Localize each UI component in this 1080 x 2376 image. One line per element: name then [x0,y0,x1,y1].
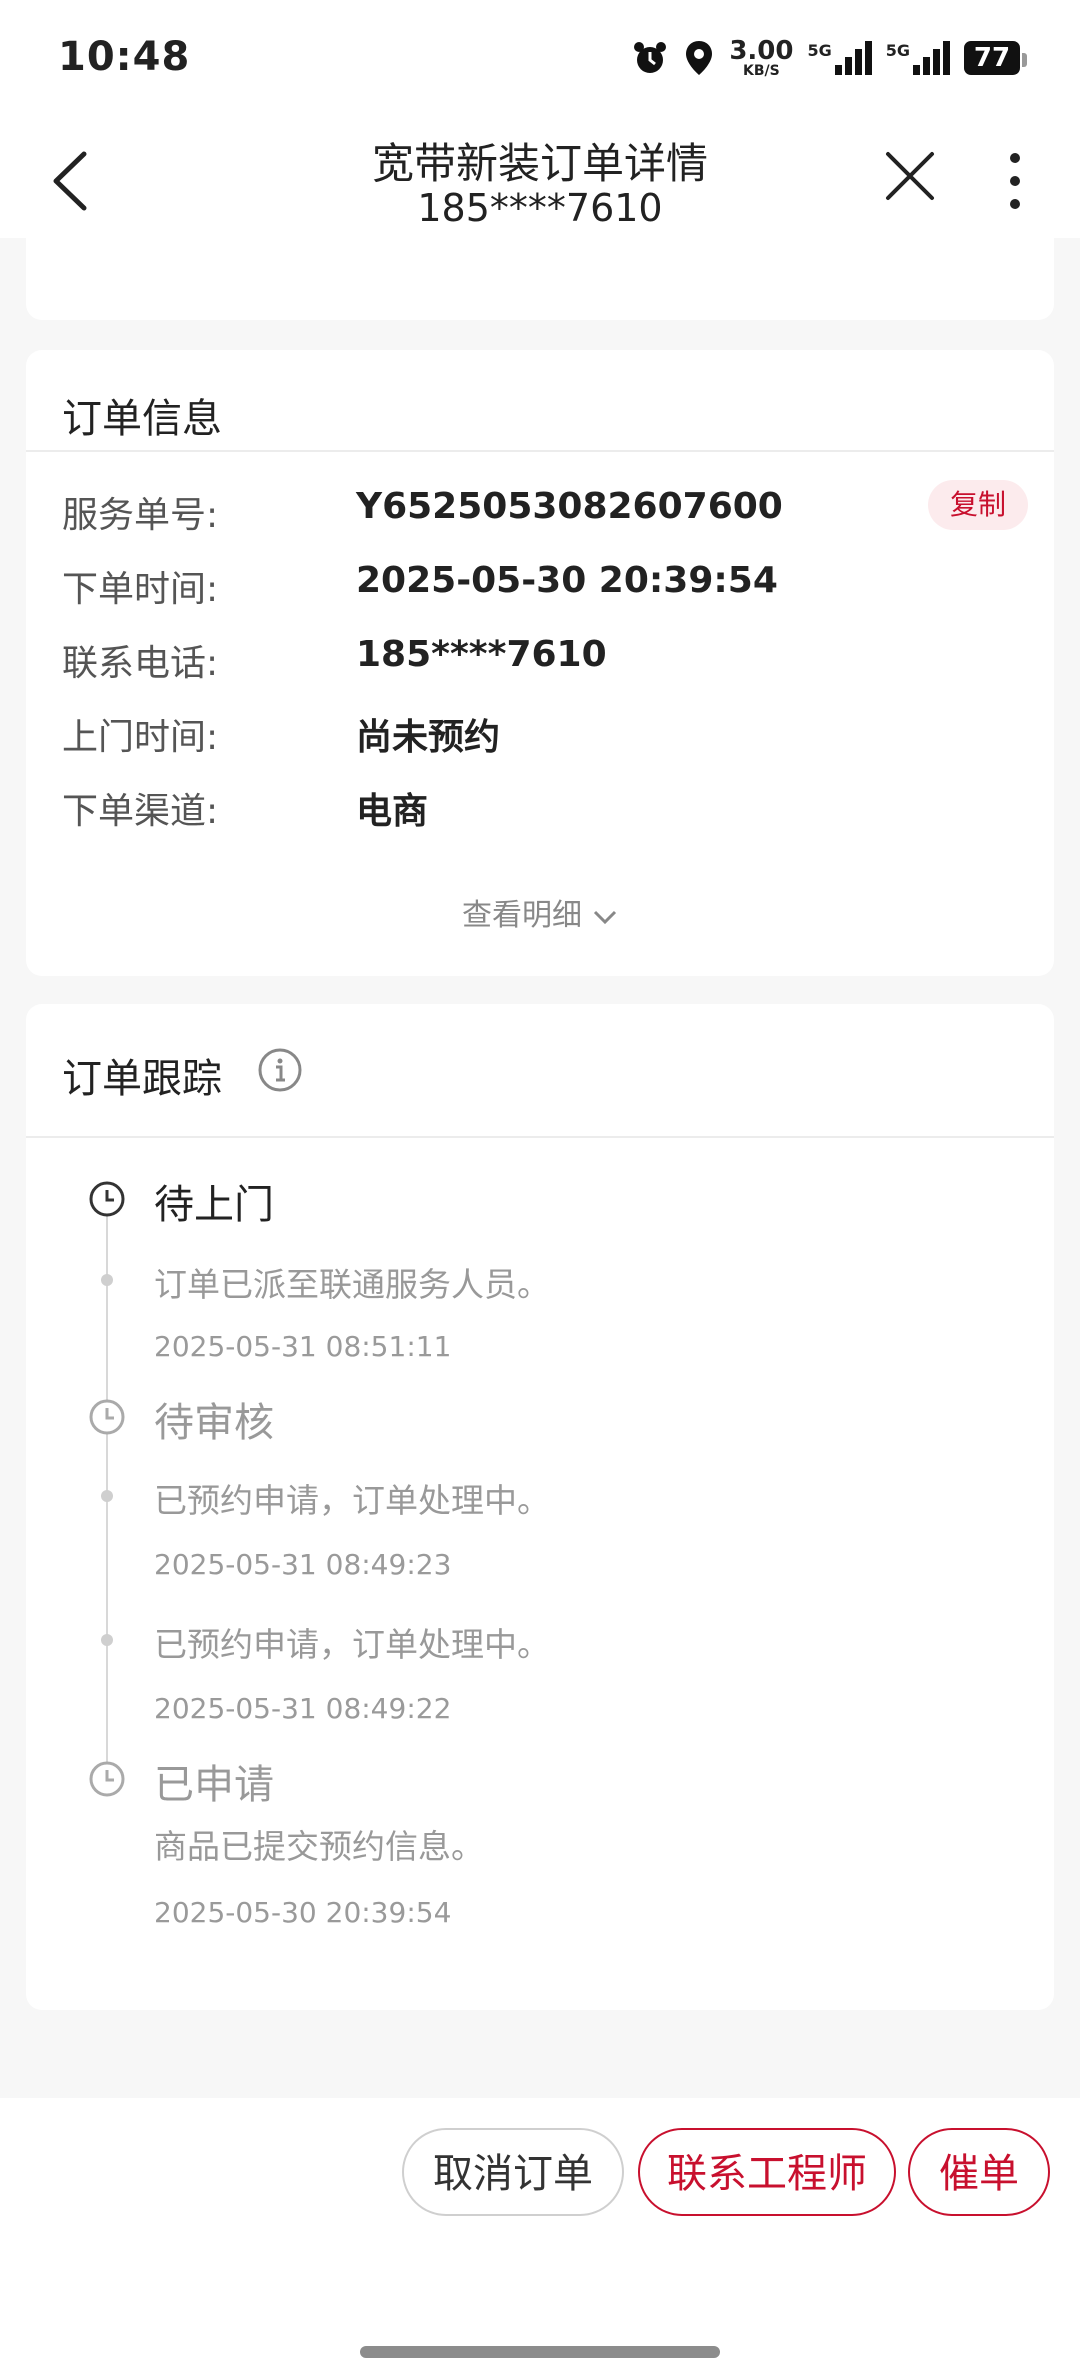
info-label: 服务单号: [62,495,219,536]
timeline-status: 待审核 [154,1400,274,1446]
timeline-desc: 订单已派至联通服务人员。 [154,1265,550,1304]
info-value: 2025-05-30 20:39:54 [356,560,778,601]
contact-engineer-button[interactable]: 联系工程师 [638,2128,896,2216]
divider [26,450,1054,452]
nav-bar: 宽带新装订单详情 185****7610 [0,120,1080,238]
info-value: 185****7610 [356,634,607,675]
home-indicator[interactable] [360,2346,720,2358]
signal-icon-2: 5G [886,41,950,75]
info-row-order-time: 下单时间: 2025-05-30 20:39:54 [62,560,1022,620]
info-icon[interactable] [258,1048,302,1092]
divider [26,1136,1054,1138]
info-row-order-number: 服务单号: Y6525053082607600 复制 [62,480,1028,546]
order-info-title: 订单信息 [62,396,222,442]
info-row-channel: 下单渠道: 电商 [62,782,1022,842]
signal-icon: 5G [807,41,872,75]
view-details-label: 查看明细 [462,898,582,933]
timeline-status: 已申请 [154,1762,274,1808]
net-speed: 3.00 KB/S [729,36,794,79]
info-label: 联系电话: [62,643,219,684]
timeline-dot [101,1634,113,1646]
timeline-desc: 已预约申请，订单处理中。 [154,1481,550,1520]
more-icon[interactable] [995,146,1035,216]
info-value: 尚未预约 [356,717,501,758]
timeline-dot [101,1274,113,1286]
clock-icon [89,1181,125,1217]
timeline-time: 2025-05-31 08:49:22 [154,1692,452,1725]
timeline-dot [101,1490,113,1502]
info-label: 下单时间: [62,569,219,610]
copy-button[interactable]: 复制 [928,480,1028,530]
status-bar: 10:48 3.00 KB/S 5G 5G 77 [0,0,1080,120]
location-icon [686,41,713,75]
alarm-icon [634,42,667,73]
status-time: 10:48 [58,34,191,80]
order-tracking-card: 订单跟踪 待上门 订单已派至联通服务人员。 2025-05-31 08:51:1… [26,1004,1054,2010]
info-label: 下单渠道: [62,791,219,832]
chevron-down-icon [593,910,617,924]
tracking-title: 订单跟踪 [62,1056,222,1102]
timeline-desc: 商品已提交预约信息。 [154,1827,484,1866]
info-row-visit-time: 上门时间: 尚未预约 [62,708,1022,768]
timeline-status: 待上门 [154,1182,274,1228]
close-icon[interactable] [880,146,940,206]
info-row-phone: 联系电话: 185****7610 [62,634,1022,694]
timeline-time: 2025-05-30 20:39:54 [154,1896,452,1929]
action-bar: 取消订单 联系工程师 催单 [0,2098,1080,2376]
info-label: 上门时间: [62,717,219,758]
info-value: 电商 [356,791,429,832]
status-icons: 3.00 KB/S 5G 5G 77 [631,36,1027,79]
previous-card [26,238,1054,320]
view-details-button[interactable]: 查看明细 [26,890,1054,934]
battery-icon: 77 [964,41,1027,75]
urge-order-button[interactable]: 催单 [908,2128,1050,2216]
order-info-card: 订单信息 服务单号: Y6525053082607600 复制 下单时间: 20… [26,350,1054,976]
timeline-desc: 已预约申请，订单处理中。 [154,1625,550,1664]
timeline-time: 2025-05-31 08:49:23 [154,1548,452,1581]
info-value: Y6525053082607600 [356,486,783,527]
clock-icon [89,1761,125,1797]
clock-icon [89,1399,125,1435]
timeline-time: 2025-05-31 08:51:11 [154,1330,452,1363]
cancel-order-button[interactable]: 取消订单 [402,2128,624,2216]
